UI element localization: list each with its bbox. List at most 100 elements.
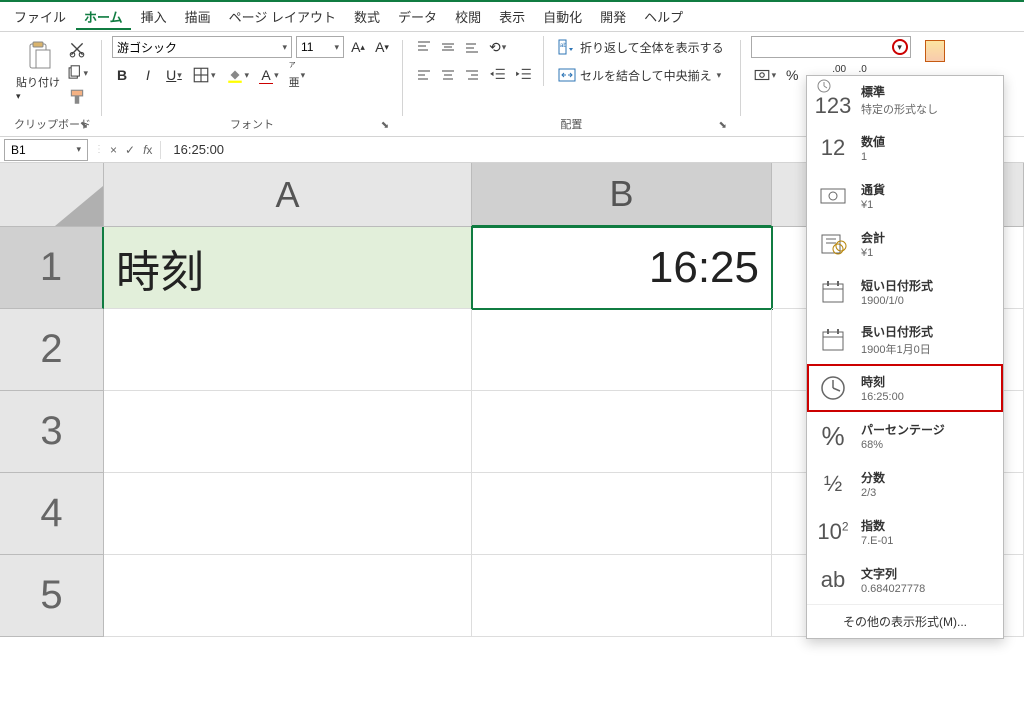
number-format-option-pct[interactable]: % パーセンテージ 68% bbox=[807, 412, 1003, 460]
menu-help[interactable]: ヘルプ bbox=[636, 3, 691, 30]
cell-B3[interactable] bbox=[472, 391, 772, 473]
number-format-option-sci[interactable]: 102 指数 7.E-01 bbox=[807, 508, 1003, 556]
cell-A2[interactable] bbox=[104, 309, 472, 391]
cell-B4[interactable] bbox=[472, 473, 772, 555]
number-format-option-acc[interactable]: 会計 ¥1 bbox=[807, 220, 1003, 268]
format-painter-button[interactable] bbox=[66, 86, 88, 108]
percent-button[interactable]: % bbox=[782, 64, 802, 86]
phonetic-button[interactable]: ア亜▾ bbox=[287, 64, 308, 86]
column-header-A[interactable]: A bbox=[104, 163, 472, 227]
fill-color-button[interactable]: ▾ bbox=[224, 64, 252, 86]
row-header-4[interactable]: 4 bbox=[0, 473, 104, 555]
format-sample: 特定の形式なし bbox=[861, 101, 938, 117]
align-center-button[interactable] bbox=[437, 64, 459, 86]
menu-file[interactable]: ファイル bbox=[6, 3, 74, 30]
conditional-format-button[interactable] bbox=[925, 40, 945, 62]
wrap-text-button[interactable]: ab 折り返して全体を表示する bbox=[552, 36, 730, 58]
menu-draw[interactable]: 描画 bbox=[177, 3, 219, 30]
format-sample: 68% bbox=[861, 439, 945, 451]
format-title: 時刻 bbox=[861, 373, 904, 390]
ldate-icon bbox=[815, 322, 851, 358]
cell-B2[interactable] bbox=[472, 309, 772, 391]
increase-font-button[interactable]: A▴ bbox=[348, 36, 368, 58]
cur-icon bbox=[815, 178, 851, 214]
menu-insert[interactable]: 挿入 bbox=[133, 3, 175, 30]
format-title: 通貨 bbox=[861, 181, 885, 198]
cancel-formula-button[interactable]: × bbox=[106, 143, 121, 157]
cell-B5[interactable] bbox=[472, 555, 772, 637]
number-format-option-text[interactable]: ab 文字列 0.684027778 bbox=[807, 556, 1003, 604]
cell-A5[interactable] bbox=[104, 555, 472, 637]
orientation-button[interactable]: ⟲▾ bbox=[487, 36, 508, 58]
align-bottom-button[interactable] bbox=[461, 36, 483, 58]
increase-indent-button[interactable] bbox=[513, 64, 535, 86]
row-header-1[interactable]: 1 bbox=[0, 227, 104, 309]
format-title: 文字列 bbox=[861, 565, 925, 582]
name-box[interactable]: B1▾ bbox=[4, 139, 88, 161]
number-format-option-frac[interactable]: ½ 分数 2/3 bbox=[807, 460, 1003, 508]
svg-text:ab: ab bbox=[560, 43, 567, 49]
align-middle-button[interactable] bbox=[437, 36, 459, 58]
menu-review[interactable]: 校閲 bbox=[447, 3, 489, 30]
align-launcher[interactable]: ⬊ bbox=[716, 118, 730, 132]
decrease-font-button[interactable]: A▾ bbox=[372, 36, 392, 58]
format-sample: 2/3 bbox=[861, 487, 885, 499]
italic-button[interactable]: I bbox=[138, 64, 158, 86]
bold-button[interactable]: B bbox=[112, 64, 132, 86]
menu-home[interactable]: ホーム bbox=[76, 3, 131, 30]
number-format-option-time[interactable]: 時刻 16:25:00 bbox=[807, 364, 1003, 412]
merge-center-button[interactable]: セルを結合して中央揃え▾ bbox=[552, 64, 730, 86]
menu-developer[interactable]: 開発 bbox=[592, 3, 634, 30]
insert-function-button[interactable]: fx bbox=[139, 143, 156, 157]
wrap-text-icon: ab bbox=[558, 38, 576, 56]
menu-data[interactable]: データ bbox=[390, 3, 445, 30]
cell-B1[interactable]: 16:25 bbox=[472, 227, 772, 309]
select-all-corner[interactable] bbox=[0, 163, 104, 227]
format-title: 指数 bbox=[861, 517, 893, 534]
accounting-format-button[interactable]: ▾ bbox=[751, 64, 779, 86]
number-format-select[interactable]: ▾ bbox=[751, 36, 911, 58]
confirm-formula-button[interactable]: ✓ bbox=[121, 143, 139, 157]
menu-view[interactable]: 表示 bbox=[491, 3, 533, 30]
column-header-B[interactable]: B bbox=[472, 163, 772, 227]
number-format-option-123[interactable]: 123 標準 特定の形式なし bbox=[807, 76, 1003, 124]
format-title: 短い日付形式 bbox=[861, 277, 933, 294]
format-sample: 1900年1月0日 bbox=[861, 341, 933, 357]
border-button[interactable]: ▾ bbox=[190, 64, 218, 86]
format-sample: 16:25:00 bbox=[861, 391, 904, 403]
number-format-option-ldate[interactable]: 長い日付形式 1900年1月0日 bbox=[807, 316, 1003, 364]
font-color-button[interactable]: A▾ bbox=[257, 64, 281, 86]
clipboard-icon bbox=[22, 40, 54, 72]
menu-layout[interactable]: ページ レイアウト bbox=[221, 3, 344, 30]
paste-button[interactable]: 貼り付け▾ bbox=[14, 36, 62, 106]
number-format-option-12[interactable]: 12 数値 1 bbox=[807, 124, 1003, 172]
copy-button[interactable]: ▾ bbox=[66, 62, 88, 84]
number-format-option-sdate[interactable]: 短い日付形式 1900/1/0 bbox=[807, 268, 1003, 316]
menu-bar: ファイル ホーム 挿入 描画 ページ レイアウト 数式 データ 校閲 表示 自動… bbox=[0, 2, 1024, 32]
row-header-2[interactable]: 2 bbox=[0, 309, 104, 391]
menu-automate[interactable]: 自動化 bbox=[535, 3, 590, 30]
align-right-button[interactable] bbox=[461, 64, 483, 86]
cell-A4[interactable] bbox=[104, 473, 472, 555]
format-title: 長い日付形式 bbox=[861, 323, 933, 340]
row-header-5[interactable]: 5 bbox=[0, 555, 104, 637]
align-top-button[interactable] bbox=[413, 36, 435, 58]
cut-button[interactable] bbox=[66, 38, 88, 60]
font-name-select[interactable]: 游ゴシック▾ bbox=[112, 36, 292, 58]
decrease-indent-button[interactable] bbox=[487, 64, 509, 86]
more-number-formats[interactable]: その他の表示形式(M)... bbox=[807, 604, 1003, 638]
font-size-select[interactable]: 11▾ bbox=[296, 36, 344, 58]
format-sample: ¥1 bbox=[861, 199, 885, 211]
number-format-option-cur[interactable]: 通貨 ¥1 bbox=[807, 172, 1003, 220]
menu-formulas[interactable]: 数式 bbox=[346, 3, 388, 30]
number-format-dropdown: 123 標準 特定の形式なし 12 数値 1 通貨 ¥1 会計 bbox=[806, 75, 1004, 639]
row-header-3[interactable]: 3 bbox=[0, 391, 104, 473]
clipboard-launcher[interactable]: ⬊ bbox=[77, 118, 91, 132]
font-launcher[interactable]: ⬊ bbox=[378, 118, 392, 132]
underline-button[interactable]: U▾ bbox=[164, 64, 184, 86]
cell-A1[interactable]: 時刻 bbox=[104, 227, 472, 309]
align-left-button[interactable] bbox=[413, 64, 435, 86]
chevron-down-icon[interactable]: ▾ bbox=[892, 39, 908, 55]
cell-A3[interactable] bbox=[104, 391, 472, 473]
format-sample: 0.684027778 bbox=[861, 583, 925, 595]
